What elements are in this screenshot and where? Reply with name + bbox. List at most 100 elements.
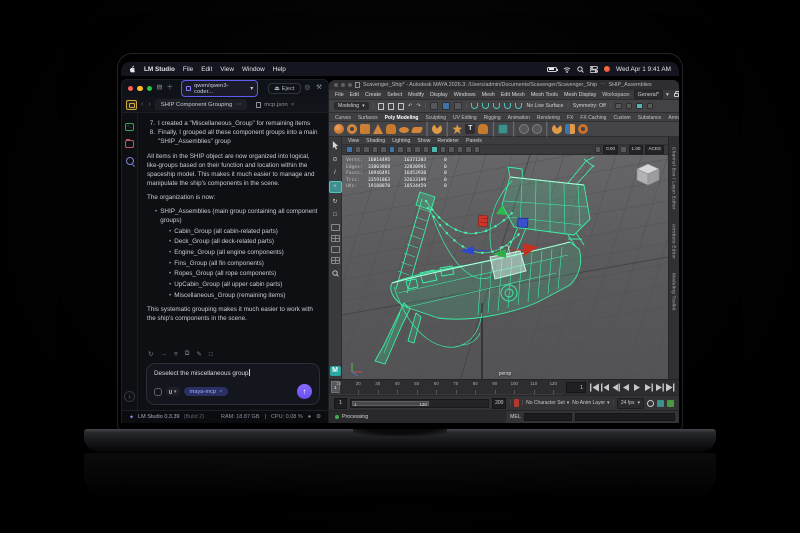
combine-icon[interactable] (519, 124, 529, 134)
panel-menu-lighting[interactable]: Lighting (392, 138, 410, 144)
scale-tool[interactable]: □ (330, 210, 341, 220)
model-selector[interactable]: qwen/qwen3-coder... ▾ (181, 80, 258, 97)
continue-icon[interactable]: → (160, 351, 167, 358)
zoom-tool[interactable] (330, 268, 341, 278)
menu-windows[interactable]: Windows (454, 92, 476, 98)
paint-select-tool[interactable]: / (330, 168, 341, 178)
mcp-chip[interactable]: maya-mcp × (184, 387, 229, 396)
menu-display[interactable]: Display (430, 92, 448, 98)
poly-type-icon[interactable]: T (465, 124, 475, 134)
character-set-dropdown[interactable]: No Character Set▾ (526, 400, 569, 406)
sweep-mesh-icon[interactable] (478, 124, 488, 134)
mel-input-field[interactable] (575, 413, 675, 421)
camera-attributes-icon[interactable] (363, 146, 370, 153)
bookmark-icon[interactable] (372, 146, 379, 153)
active-app-name[interactable]: LM Studio (144, 66, 175, 73)
wrench-icon[interactable]: ⚒ (316, 85, 322, 92)
sidebar-item-developer[interactable] (125, 123, 134, 131)
shelf-tab-substance[interactable]: Substance (638, 115, 662, 121)
shaded-mode-icon[interactable] (389, 146, 396, 153)
rotate-tool[interactable]: ↻ (330, 196, 341, 206)
shelf-tab-uv-editing[interactable]: UV Editing (453, 115, 477, 121)
send-button[interactable]: ↑ (297, 384, 312, 399)
undo-icon[interactable]: ↶ (408, 103, 412, 109)
close-tab-icon[interactable]: × (291, 102, 294, 108)
new-chat-icon[interactable]: ＋ (167, 85, 174, 92)
multisampling-icon[interactable] (448, 146, 455, 153)
menubar-item-window[interactable]: Window (242, 66, 265, 73)
mel-label[interactable]: MEL (510, 414, 521, 420)
tab-ship-component-grouping[interactable]: SHIP Component Grouping ⋯ (155, 99, 248, 110)
motion-blur-icon[interactable] (440, 146, 447, 153)
playback-loop-icon[interactable] (647, 400, 654, 407)
sidebar-item-my-models[interactable] (125, 140, 134, 148)
chat-input-value[interactable]: Deselect the miscellaneous group (154, 370, 249, 377)
layout-four-view-button[interactable] (331, 235, 340, 242)
spotlight-search-icon[interactable] (577, 66, 584, 73)
regenerate-icon[interactable]: ↻ (148, 350, 153, 358)
nav-forward-icon[interactable]: › (147, 101, 151, 108)
remove-chip-icon[interactable]: × (219, 389, 222, 395)
view-cube[interactable] (635, 162, 661, 186)
open-scene-icon[interactable] (388, 103, 394, 110)
branch-icon[interactable]: ≡ (174, 351, 178, 358)
menu-edit-mesh[interactable]: Edit Mesh (501, 92, 525, 98)
colorspace-badge[interactable]: ACES (645, 145, 664, 154)
eject-model-button[interactable]: ⏏ Eject (268, 83, 300, 94)
depth-of-field-icon[interactable] (457, 146, 464, 153)
symmetry-selector[interactable]: Symmetry: Off (573, 103, 606, 109)
poly-cone-icon[interactable] (373, 124, 383, 134)
control-center-icon[interactable] (590, 66, 598, 73)
layout-outliner-button[interactable] (331, 257, 340, 264)
panel-menu-shading[interactable]: Shading (366, 138, 385, 144)
time-slider[interactable]: 1 10 20 30 40 50 60 70 80 90 100 110 (329, 379, 679, 395)
minimize-window-button[interactable] (137, 86, 142, 92)
chat-page-icon[interactable] (126, 100, 137, 110)
menu-file[interactable]: File (335, 92, 344, 98)
user-icon[interactable]: ● (308, 414, 311, 420)
render-settings-icon[interactable] (636, 103, 643, 110)
shelf-tab-poly-modeling[interactable]: Poly Modeling (385, 115, 419, 121)
layout-split-button[interactable] (331, 246, 340, 253)
poly-pipe-icon[interactable] (432, 124, 442, 134)
menu-set-selector[interactable]: Modeling▾ (334, 102, 369, 110)
wifi-icon[interactable] (563, 66, 571, 73)
auto-key-button[interactable] (514, 399, 519, 407)
poly-cube-icon[interactable] (360, 124, 370, 134)
playback-range-bar[interactable]: 1 120 (352, 401, 429, 406)
delete-icon[interactable]: □ (209, 351, 213, 358)
panel-menu-show[interactable]: Show (417, 138, 430, 144)
menu-select[interactable]: Select (387, 92, 402, 98)
screen-space-ao-icon[interactable] (431, 146, 438, 153)
lighting-mode-icon[interactable] (414, 146, 421, 153)
minimize-window-button[interactable] (341, 83, 345, 87)
shelf-tab-arnold[interactable]: Arnold (668, 115, 679, 121)
shelf-tab-fx[interactable]: FX (567, 115, 573, 121)
wireframe-mode-icon[interactable] (397, 146, 404, 153)
panel-menu-panels[interactable]: Panels (466, 138, 482, 144)
chevron-down-icon[interactable]: ▾ (666, 92, 669, 98)
shelf-tab-surfaces[interactable]: Surfaces (358, 115, 378, 121)
attach-icon[interactable] (154, 388, 162, 396)
poly-plane-icon[interactable] (411, 127, 423, 133)
close-window-button[interactable] (334, 83, 338, 87)
exposure-field[interactable]: 0.00 (603, 145, 618, 154)
lock-icon[interactable] (674, 93, 679, 97)
gamma-icon[interactable] (620, 146, 627, 153)
settings-gear-icon[interactable]: ⚙ (316, 414, 321, 420)
mute-audio-icon[interactable] (667, 400, 674, 407)
copy-icon[interactable]: ⧉ (185, 350, 190, 358)
layout-single-button[interactable] (331, 224, 340, 231)
redo-icon[interactable]: ↷ (416, 103, 420, 109)
fps-selector[interactable]: 24 fps▾ (617, 398, 644, 409)
downloads-button[interactable]: ↓ (124, 391, 135, 402)
select-component-icon[interactable] (454, 102, 462, 110)
save-scene-icon[interactable] (398, 103, 404, 110)
animation-start-field[interactable]: 1 (334, 398, 347, 409)
nav-back-icon[interactable]: ‹ (140, 101, 144, 108)
snap-projected-icon[interactable] (504, 103, 511, 109)
snap-curve-icon[interactable] (482, 103, 489, 109)
image-plane-icon[interactable] (380, 146, 387, 153)
platonic-solid-icon[interactable] (452, 124, 462, 134)
panel-menu-view[interactable]: View (348, 138, 359, 144)
